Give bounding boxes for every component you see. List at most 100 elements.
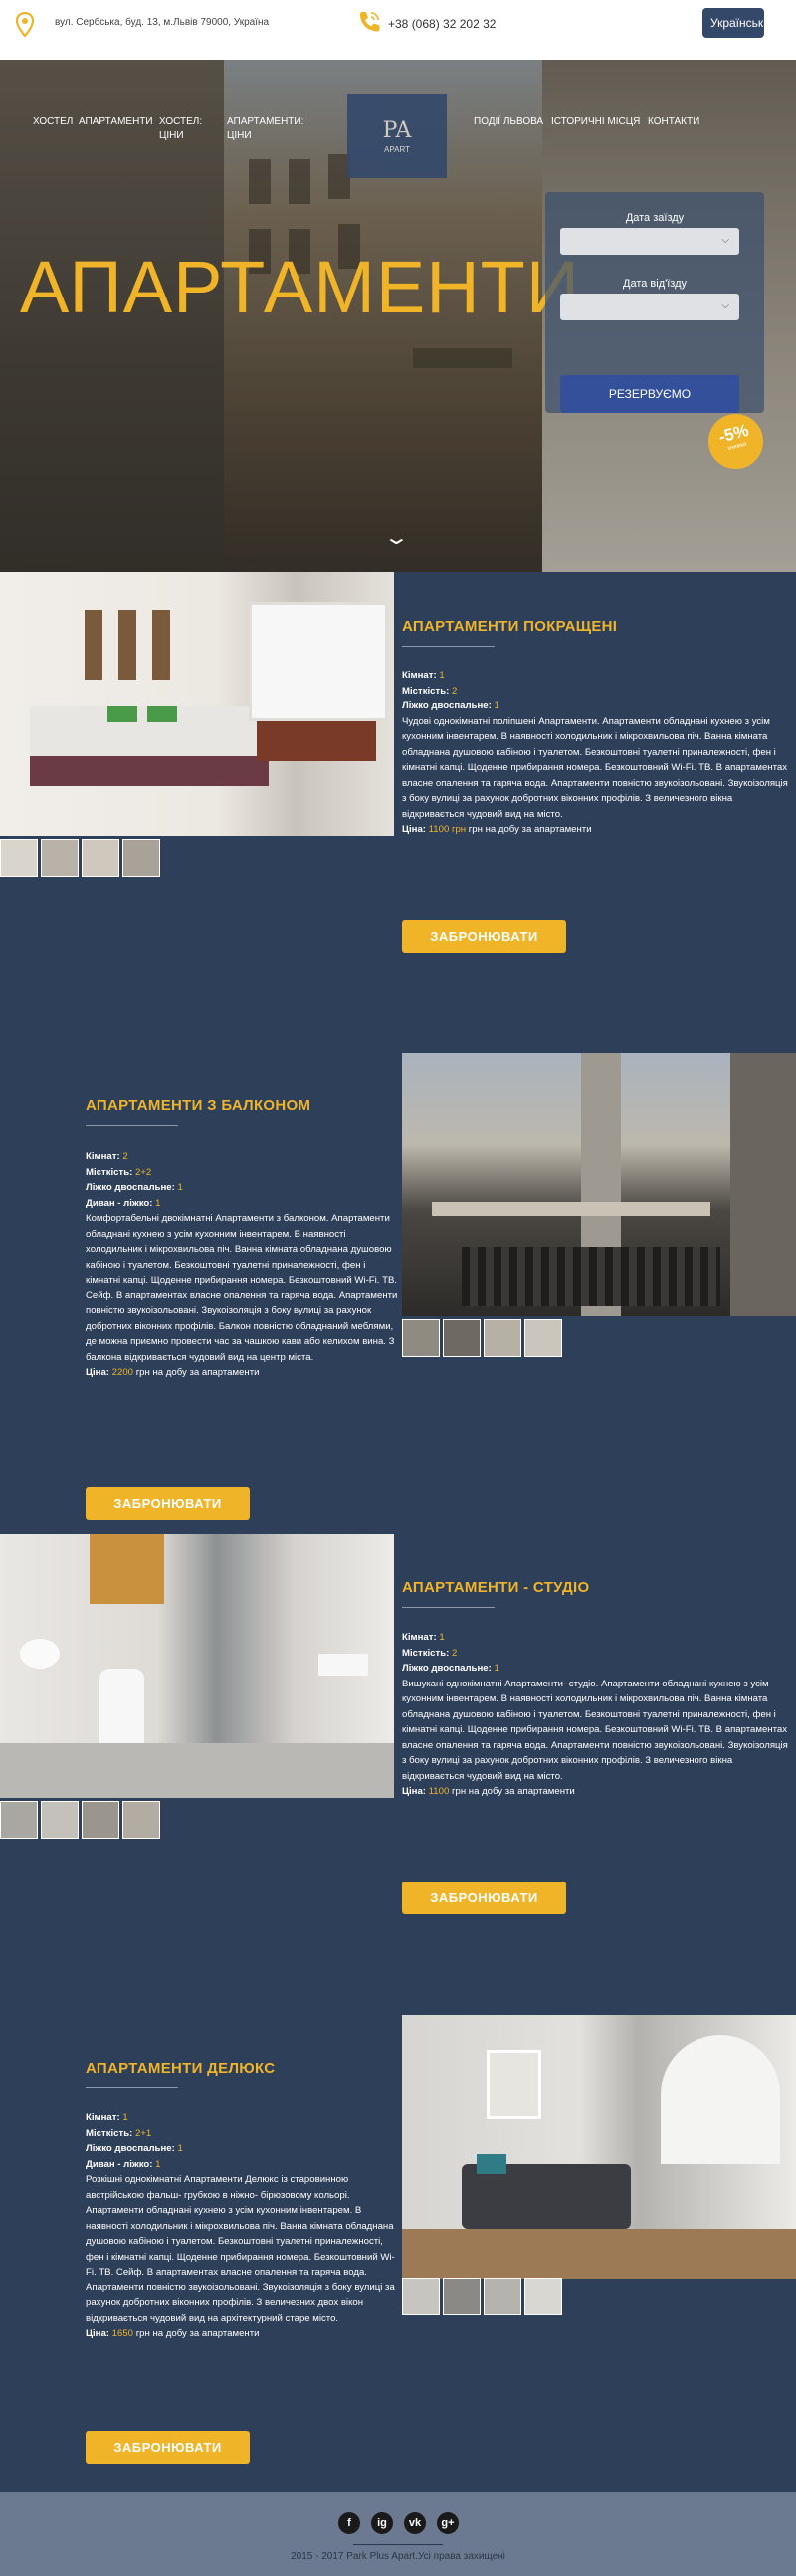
thumbnail[interactable] xyxy=(0,839,38,877)
wall-art-shape xyxy=(487,2050,541,2119)
title-underline xyxy=(86,1125,178,1126)
blanket-shape xyxy=(30,756,269,786)
sink-shape xyxy=(318,1654,368,1676)
spec-label: Кімнат: xyxy=(86,1151,120,1162)
instagram-icon[interactable]: ig xyxy=(371,2512,393,2534)
spec-value: 2 xyxy=(122,1151,128,1162)
window-shape xyxy=(661,2035,780,2164)
thumbnail[interactable] xyxy=(122,1801,160,1839)
price-suffix: грн на добу за апартаменти xyxy=(135,2328,260,2339)
title-underline xyxy=(86,2087,178,2088)
thumbnail[interactable] xyxy=(402,1319,440,1357)
chevron-down-icon: ⌵ xyxy=(721,235,729,246)
facebook-icon[interactable]: f xyxy=(338,2512,360,2534)
room-photo xyxy=(0,1534,394,1798)
room-title: АПАРТАМЕНТИ З БАЛКОНОМ xyxy=(86,1097,311,1114)
room-text: Вишукані однокімнатні Апартаменти- студі… xyxy=(402,1678,788,1782)
room-photo xyxy=(0,572,394,836)
spec-label: Місткість: xyxy=(86,2127,133,2139)
room-description: Кімнат: 1 Місткість: 2+1 Ліжко двоспальн… xyxy=(86,2110,399,2342)
spec-value: 1 xyxy=(439,670,445,681)
book-button[interactable]: ЗАБРОНЮВАТИ xyxy=(402,920,566,953)
room-title: АПАРТАМЕНТИ - СТУДІО xyxy=(402,1579,590,1596)
spec-label: Диван - ліжко: xyxy=(86,1197,153,1209)
thumbnail[interactable] xyxy=(524,2278,562,2315)
thumbnail[interactable] xyxy=(443,1319,481,1357)
spec-value: 2 xyxy=(451,685,458,696)
nav-item-hostel[interactable]: ХОСТЕЛ xyxy=(33,115,73,129)
thumbnail[interactable] xyxy=(402,2278,440,2315)
nav-item-hostel-prices[interactable]: ХОСТЕЛ: ЦІНИ xyxy=(159,115,209,143)
logo[interactable]: PA APART xyxy=(347,94,447,178)
spec-label: Місткість: xyxy=(402,685,450,696)
room-photo xyxy=(402,2015,796,2279)
main-nav: ХОСТЕЛ АПАРТАМЕНТИ ХОСТЕЛ: ЦІНИ АПАРТАМЕ… xyxy=(0,94,796,178)
nav-item-apartment-prices[interactable]: АПАРТАМЕНТИ: ЦІНИ xyxy=(227,115,306,143)
nav-item-contacts[interactable]: КОНТАКТИ xyxy=(648,115,699,129)
book-button[interactable]: ЗАБРОНЮВАТИ xyxy=(86,1487,250,1520)
footer-divider xyxy=(353,2544,443,2545)
google-plus-icon[interactable]: g+ xyxy=(437,2512,459,2534)
nav-item-lviv-events[interactable]: ПОДІЇ ЛЬВОВА xyxy=(474,115,543,129)
spec-value: 1 xyxy=(155,2158,161,2170)
room-text: Чудові однокімнатні поліпшені Апартамент… xyxy=(402,715,788,820)
price-value: 1650 xyxy=(111,2328,134,2339)
thumbnail[interactable] xyxy=(41,1801,79,1839)
price-value: 2200 xyxy=(111,1367,134,1378)
language-selector[interactable]: Українська xyxy=(702,8,764,38)
vk-icon[interactable]: vk xyxy=(404,2512,426,2534)
scroll-down-icon[interactable]: ⌄ xyxy=(383,525,410,550)
phone-number[interactable]: +38 (068) 32 202 32 xyxy=(388,17,496,31)
floor-shape xyxy=(402,2229,796,2279)
room-title: АПАРТАМЕНТИ ПОКРАЩЕНІ xyxy=(402,618,618,635)
thumbnail[interactable] xyxy=(484,2278,521,2315)
spec-label: Кімнат: xyxy=(402,670,437,681)
spec-value: 1 xyxy=(439,1632,445,1643)
thumbnail[interactable] xyxy=(82,1801,119,1839)
pillow-shape xyxy=(147,706,177,722)
balustrade-shape xyxy=(432,1202,710,1216)
spec-label: Кімнат: xyxy=(402,1632,437,1643)
room-section: АПАРТАМЕНТИ З БАЛКОНОМ Кімнат: 2 Місткіс… xyxy=(0,1053,796,1534)
nav-item-historic-places[interactable]: ІСТОРИЧНІ МІСЦЯ xyxy=(551,115,640,129)
thumbnail[interactable] xyxy=(82,839,119,877)
book-button[interactable]: ЗАБРОНЮВАТИ xyxy=(86,2431,250,2464)
window-shape xyxy=(249,602,388,721)
thumbnail[interactable] xyxy=(484,1319,521,1357)
checkout-label: Дата від'їзду xyxy=(623,278,687,290)
spec-value: 2+1 xyxy=(134,2127,152,2139)
paper-roll-shape xyxy=(20,1639,60,1669)
thumbnail-strip xyxy=(402,2278,567,2315)
price-suffix: грн на добу за апартаменти xyxy=(135,1367,260,1378)
reserve-button[interactable]: РЕЗЕРВУЄМО xyxy=(560,375,739,413)
copyright: 2015 - 2017 Park Plus Apart.Усі права за… xyxy=(291,2551,505,2562)
spec-label: Ліжко двоспальне: xyxy=(86,1182,175,1193)
logo-text: APART xyxy=(384,145,410,154)
spec-label: Ліжко двоспальне: xyxy=(402,700,492,711)
nav-item-apartments[interactable]: АПАРТАМЕНТИ xyxy=(79,115,153,129)
thumbnail-strip xyxy=(0,839,165,877)
thumbnail[interactable] xyxy=(524,1319,562,1357)
door-shape xyxy=(730,1053,796,1316)
thumbnail[interactable] xyxy=(122,839,160,877)
spec-value: 1 xyxy=(494,1663,499,1674)
checkin-date-select[interactable]: ⌵ xyxy=(560,228,739,255)
price-value: 1100 xyxy=(428,1786,450,1797)
thumbnail[interactable] xyxy=(0,1801,38,1839)
spec-label: Кімнат: xyxy=(86,2112,120,2123)
radiator-shape xyxy=(257,721,376,761)
wall-art-shape xyxy=(85,610,184,680)
room-text: Комфортабельні двокімнатні Апартаменти з… xyxy=(86,1213,398,1363)
hero: ХОСТЕЛ АПАРТАМЕНТИ ХОСТЕЛ: ЦІНИ АПАРТАМЕ… xyxy=(0,60,796,572)
checkin-label: Дата заїзду xyxy=(625,212,685,224)
spec-value: 2 xyxy=(451,1647,458,1659)
thumbnail[interactable] xyxy=(443,2278,481,2315)
book-button[interactable]: ЗАБРОНЮВАТИ xyxy=(402,1882,566,1914)
spec-label: Ліжко двоспальне: xyxy=(86,2143,175,2154)
thumbnail[interactable] xyxy=(41,839,79,877)
spec-label: Ліжко двоспальне: xyxy=(402,1663,492,1674)
footer: f ig vk g+ 2015 - 2017 Park Plus Apart.У… xyxy=(0,2492,796,2576)
address: вул. Сербська, буд. 13, м.Львів 79000, У… xyxy=(55,17,270,28)
checkout-date-select[interactable]: ⌵ xyxy=(560,294,739,320)
room-photo xyxy=(402,1053,796,1316)
